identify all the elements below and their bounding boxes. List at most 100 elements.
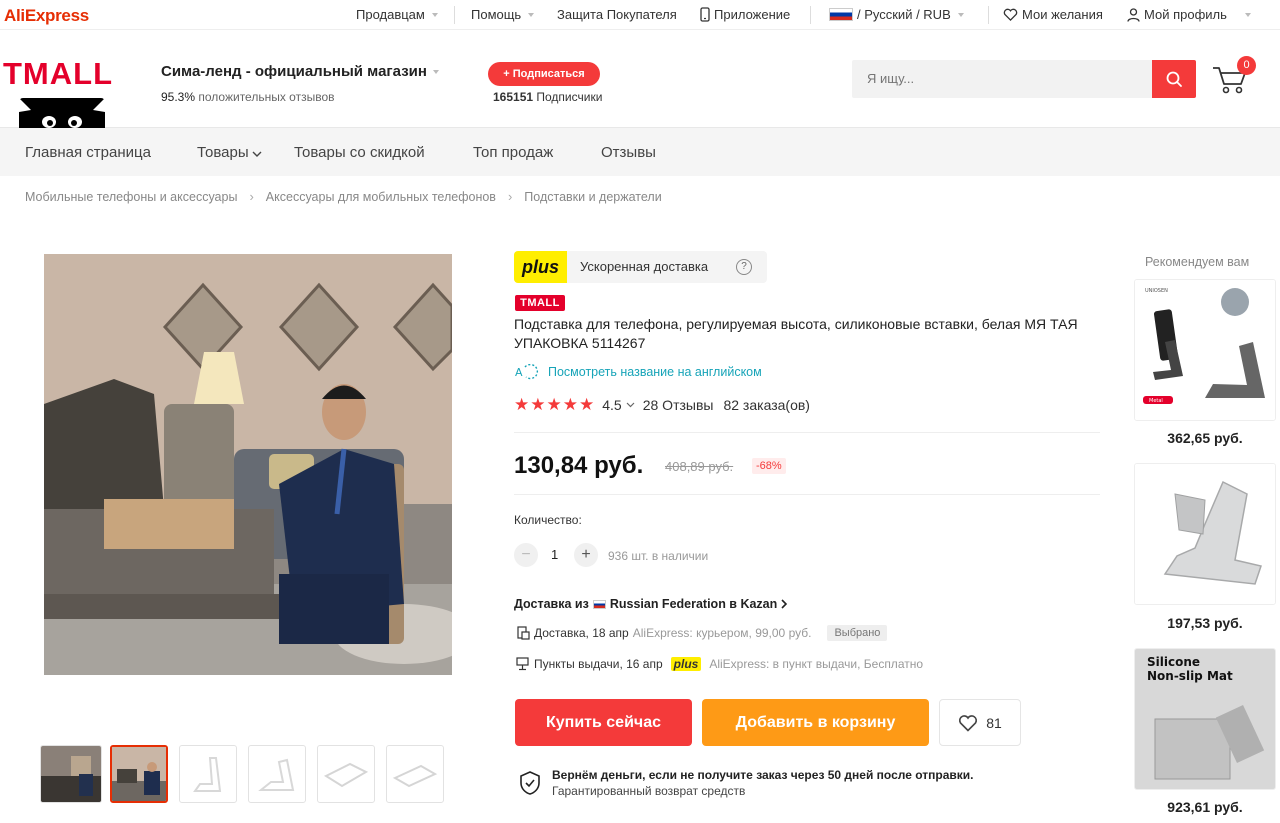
recommended-title: Рекомендуем вам: [1145, 255, 1250, 269]
ship-from-selector[interactable]: Доставка из Russian Federation в Kazan: [514, 597, 788, 611]
package-thumbnail-image: [392, 764, 438, 788]
chevron-down-icon: [432, 70, 439, 75]
product-photo: [44, 254, 452, 675]
buyer-protection-label: Защита Покупателя: [557, 7, 677, 22]
rec-heading-line-2: Non-slip Mat: [1147, 669, 1233, 683]
store-rating: 95.3% положительных отзывов: [161, 90, 335, 104]
chevron-down-icon: [431, 12, 438, 17]
nav-home[interactable]: Главная страница: [25, 144, 151, 161]
tmall-badge: TMALL: [515, 295, 565, 311]
star-icon: ★: [514, 395, 530, 414]
app-label: Приложение: [714, 7, 791, 22]
wishlist-link[interactable]: Мои желания: [1003, 7, 1103, 22]
old-price: 408,89 руб.: [665, 459, 734, 474]
sellers-menu[interactable]: Продавцам: [356, 7, 438, 22]
wishlist-label: Мои желания: [1022, 7, 1103, 22]
help-icon[interactable]: ?: [736, 259, 752, 275]
nav-products[interactable]: Товары: [197, 144, 262, 161]
thumbnail[interactable]: [179, 745, 237, 803]
divider: [454, 6, 455, 24]
chevron-down-icon: [1244, 12, 1251, 17]
shield-check-icon: [520, 771, 540, 795]
cat-face-icon: [19, 98, 105, 128]
wishlist-button[interactable]: 81: [939, 699, 1021, 746]
search-button[interactable]: [1152, 60, 1196, 98]
app-link[interactable]: Приложение: [700, 7, 790, 22]
nav-products-label: Товары: [197, 144, 249, 161]
recommended-price[interactable]: 923,61 руб.: [1134, 799, 1276, 815]
star-icon: ★: [530, 395, 546, 414]
thumbnail-selected[interactable]: [110, 745, 168, 803]
buyer-protection-link[interactable]: Защита Покупателя: [557, 7, 677, 22]
tmall-logo[interactable]: TMALL: [3, 58, 113, 89]
wishlist-count: 81: [986, 714, 1002, 731]
buy-now-button[interactable]: Купить сейчас: [515, 699, 692, 746]
cart-count-badge: 0: [1237, 56, 1256, 75]
thumbnail[interactable]: [317, 745, 375, 803]
english-link-label: Посмотреть название на английском: [548, 365, 762, 379]
delivery-option-pickup[interactable]: Пункты выдачи, 16 апр plus AliExpress: в…: [516, 657, 923, 671]
breadcrumb-item[interactable]: Подставки и держатели: [524, 190, 661, 204]
recommended-item[interactable]: [1134, 463, 1276, 605]
search-input[interactable]: [867, 71, 1147, 86]
breadcrumb-item[interactable]: Мобильные телефоны и аксессуары: [25, 190, 237, 204]
translate-icon: A: [515, 364, 539, 380]
recommended-item[interactable]: Silicone Non-slip Mat: [1134, 648, 1276, 790]
rating-value[interactable]: 4.5: [602, 397, 621, 413]
add-to-cart-button[interactable]: Добавить в корзину: [702, 699, 929, 746]
discount-badge: -68%: [752, 458, 786, 474]
stand-thumbnail-image: [193, 757, 222, 792]
nav-reviews[interactable]: Отзывы: [601, 144, 656, 161]
top-bar: AliExpress Продавцам Помощь Защита Покуп…: [0, 0, 1280, 30]
subscribe-button[interactable]: + Подписаться: [488, 62, 600, 86]
delivery-option-courier[interactable]: Доставка, 18 апр AliExpress: курьером, 9…: [516, 625, 888, 641]
breadcrumb-item[interactable]: Аксессуары для мобильных телефонов: [266, 190, 496, 204]
thumbnail[interactable]: [386, 745, 444, 803]
current-price: 130,84 руб.: [514, 452, 644, 479]
divider: [514, 432, 1100, 433]
fast-delivery-label: Ускоренная доставка: [580, 259, 709, 274]
english-title-link[interactable]: A Посмотреть название на английском: [514, 364, 762, 380]
package-thumbnail-image: [323, 762, 369, 788]
recommended-image: Silicone Non-slip Mat: [1135, 649, 1275, 789]
product-main-image[interactable]: [44, 254, 452, 675]
subscribers-count: 165151: [493, 90, 534, 104]
store-name[interactable]: Сима-ленд - официальный магазин: [161, 63, 439, 80]
nav-top-sales[interactable]: Топ продаж: [473, 144, 553, 161]
recommended-price[interactable]: 362,65 руб.: [1134, 430, 1276, 446]
reviews-link[interactable]: 28 Отзывы: [643, 397, 714, 413]
profile-menu[interactable]: Мой профиль: [1127, 7, 1251, 22]
heart-icon: [1003, 8, 1018, 21]
quantity-decrease-button[interactable]: −: [514, 543, 538, 567]
rating-row: ★ ★ ★ ★ ★ 4.5 28 Отзывы 82 заказа(ов): [514, 396, 810, 413]
star-icon: ★: [562, 395, 578, 414]
plus-fast-delivery: plus Ускоренная доставка ?: [514, 251, 767, 283]
russia-flag-icon: [592, 599, 606, 609]
russia-flag-icon: [829, 8, 853, 21]
chevron-right-icon: ›: [249, 189, 254, 204]
thumbnail[interactable]: [248, 745, 306, 803]
divider: [810, 6, 811, 24]
plus-logo: plus: [514, 251, 567, 283]
divider: [514, 494, 1100, 495]
search-bar: [852, 60, 1196, 98]
recommended-price[interactable]: 197,53 руб.: [1134, 615, 1276, 631]
recommended-item[interactable]: UNIOSEN Metal: [1134, 279, 1276, 421]
store-nav: Главная страница Товары Товары со скидко…: [0, 128, 1280, 176]
nav-discounts[interactable]: Товары со скидкой: [294, 144, 425, 161]
phone-icon: [700, 7, 710, 22]
thumbnail[interactable]: [40, 745, 102, 803]
language-currency-menu[interactable]: / Русский / RUB: [829, 7, 964, 22]
aliexpress-logo[interactable]: AliExpress: [4, 6, 89, 26]
rec-tag-text: Metal: [1149, 398, 1163, 404]
star-icon: ★: [579, 395, 595, 414]
courier-icon: [517, 626, 530, 640]
selected-badge: Выбрано: [827, 625, 888, 641]
quantity-value[interactable]: 1: [551, 547, 558, 562]
heart-icon: [959, 714, 978, 732]
stand-thumbnail-image: [258, 758, 295, 791]
quantity-increase-button[interactable]: +: [574, 543, 598, 567]
subscribers-label: Подписчики: [536, 90, 603, 104]
help-menu[interactable]: Помощь: [471, 7, 535, 22]
rating-percent: 95.3%: [161, 90, 196, 104]
